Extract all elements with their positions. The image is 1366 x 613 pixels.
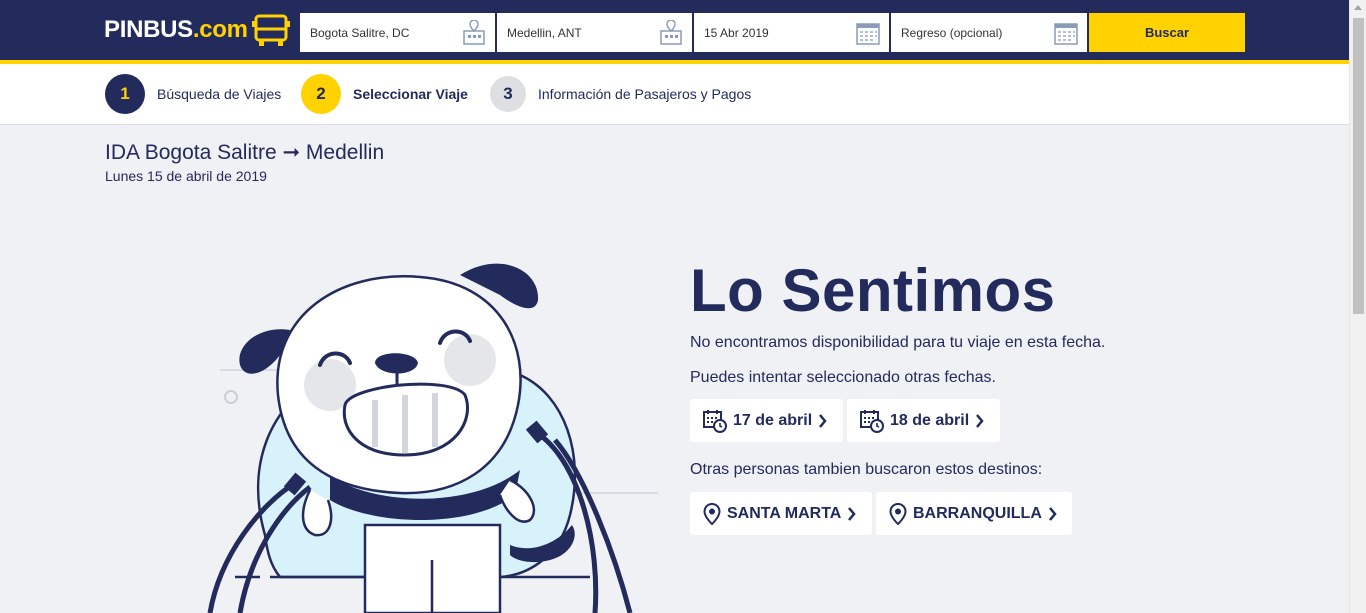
location-building-icon [463,20,485,45]
trip-origin: Bogota Salitre [144,141,277,164]
alt-date-button[interactable]: 18 de abril [847,399,1000,442]
arrow-right-icon: ➞ [282,141,301,164]
alt-destination-button[interactable]: SANTA MARTA [690,492,872,535]
destination-value: Medellin, ANT [507,25,582,40]
vertical-scrollbar[interactable] [1349,0,1366,613]
logo-suffix: .com [192,16,248,43]
chevron-right-icon [848,506,856,521]
chevron-right-icon [976,413,984,428]
sorry-title: Lo Sentimos [690,257,1056,324]
no-availability-text: No encontramos disponibilidad para tu vi… [690,334,1106,351]
return-date-placeholder: Regreso (opcional) [901,25,1003,40]
destination-field[interactable]: Medellin, ANT [497,13,692,52]
bus-icon [251,14,290,46]
trip-destination: Medellin [305,141,385,164]
logo-main: PINBUS [104,16,193,43]
departure-date-field[interactable]: 15 Abr 2019 [694,13,889,52]
origin-value: Bogota Salitre, DC [310,25,410,40]
alt-date-label: 17 de abril [733,411,813,429]
search-button[interactable]: Buscar [1089,13,1245,52]
step-label: Búsqueda de Viajes [157,86,282,102]
alt-destination-button[interactable]: BARRANQUILLA [876,492,1072,535]
alt-destination-label: SANTA MARTA [727,504,842,522]
step-passenger-payment: 3 Información de Pasajeros y Pagos [490,76,751,112]
scrollbar-thumb[interactable] [1353,18,1364,314]
dog-illustration [207,263,658,613]
step-label: Información de Pasajeros y Pagos [538,86,752,102]
alt-date-label: 18 de abril [890,411,970,429]
alt-date-button[interactable]: 17 de abril [690,399,843,442]
map-pin-icon [889,502,907,525]
chevron-right-icon [1048,506,1057,521]
step-number: 2 [301,74,341,114]
departure-date-value: 15 Abr 2019 [704,25,769,40]
progress-steps: 1 Búsqueda de Viajes 2 Seleccionar Viaje… [0,64,1349,125]
step-search[interactable]: 1 Búsqueda de Viajes [105,74,281,114]
trip-date: Lunes 15 de abril de 2019 [105,168,267,184]
step-number: 1 [105,74,145,114]
chevron-right-icon [819,413,827,428]
calendar-clock-icon [860,409,884,433]
location-building-icon [660,20,682,45]
pinbus-logo[interactable]: PINBUS.com [104,12,290,48]
trip-title: IDA Bogota Salitre ➞ Medellin [105,140,384,165]
scroll-up-arrow-icon[interactable] [1354,5,1362,10]
return-date-field[interactable]: Regreso (opcional) [891,13,1087,52]
calendar-clock-icon [703,409,727,433]
step-label: Seleccionar Viaje [353,86,468,102]
calendar-icon [856,23,880,45]
calendar-icon [1054,23,1078,45]
map-pin-icon [703,502,721,525]
try-other-dates-text: Puedes intentar seleccionado otras fecha… [690,369,996,386]
alt-destination-label: BARRANQUILLA [913,504,1042,522]
other-destinations-text: Otras personas tambien buscaron estos de… [690,461,1043,478]
origin-field[interactable]: Bogota Salitre, DC [300,13,495,52]
step-select-trip: 2 Seleccionar Viaje [301,74,468,114]
step-number: 3 [490,76,526,112]
trip-direction: IDA [105,141,139,164]
